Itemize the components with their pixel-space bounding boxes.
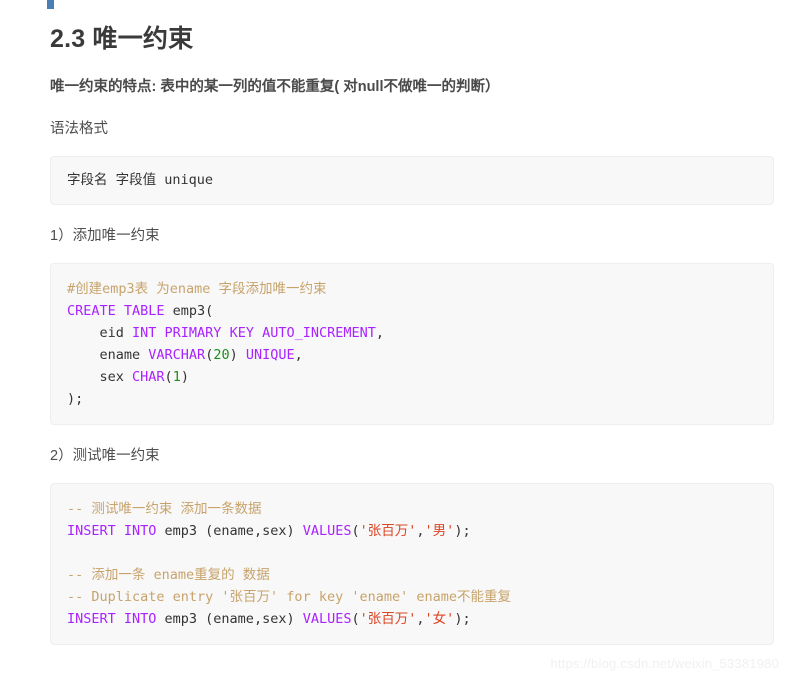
code-text-syntax: 字段名 字段值 unique (67, 172, 214, 188)
step1-heading: 1）添加唯一约束 (50, 228, 160, 244)
code-token: VALUES (302, 611, 352, 627)
code-token: ) (180, 369, 189, 385)
page-title: 2.3 唯一约束 (50, 25, 194, 53)
code-token: INSERT INTO (67, 611, 157, 627)
code-token: , (294, 347, 303, 363)
code-token: 1 (172, 369, 181, 385)
code-token: -- 添加一条 ename重复的 数据 (67, 567, 270, 583)
code-token: '张百万' (359, 523, 417, 539)
code-token: CREATE TABLE (67, 303, 165, 319)
code-token: -- Duplicate entry '张百万' for key 'ename'… (67, 589, 511, 605)
article-page: 2.3 唯一约束 唯一约束的特点: 表中的某一列的值不能重复( 对null不做唯… (0, 0, 787, 681)
code-token: , (416, 611, 425, 627)
article-content: 2.3 唯一约束 唯一约束的特点: 表中的某一列的值不能重复( 对null不做唯… (50, 0, 776, 645)
code-token: ( (164, 369, 173, 385)
code-token: eid (67, 325, 133, 341)
code-text-create-table: #创建emp3表 为ename 字段添加唯一约束 CREATE TABLE em… (67, 278, 757, 410)
code-token: , (416, 523, 425, 539)
code-token: emp3 (ename,sex) (156, 523, 303, 539)
code-token: ( (351, 523, 360, 539)
code-token: #创建emp3表 为ename 字段添加唯一约束 (67, 281, 327, 297)
code-token: VARCHAR (148, 347, 206, 363)
code-token: '张百万' (359, 611, 417, 627)
code-token: '女' (424, 611, 455, 627)
code-block-syntax: 字段名 字段值 unique (50, 156, 774, 205)
code-block-create-table: #创建emp3表 为ename 字段添加唯一约束 CREATE TABLE em… (50, 263, 774, 425)
code-token: INT PRIMARY KEY AUTO_INCREMENT (132, 325, 376, 341)
code-token: emp3 (ename,sex) (156, 611, 303, 627)
code-token: ); (67, 391, 84, 407)
code-token: UNIQUE (245, 347, 295, 363)
code-token: ); (454, 523, 471, 539)
code-block-test-unique: -- 测试唯一约束 添加一条数据 INSERT INTO emp3 (ename… (50, 483, 774, 645)
code-token: '男' (424, 523, 455, 539)
code-token: ( (351, 611, 360, 627)
lead-paragraph: 唯一约束的特点: 表中的某一列的值不能重复( 对null不做唯一的判断） (50, 79, 500, 95)
syntax-heading: 语法格式 (50, 121, 108, 137)
code-token: VALUES (302, 523, 352, 539)
code-token: sex (67, 369, 133, 385)
code-token: ); (454, 611, 471, 627)
step2-heading: 2）测试唯一约束 (50, 448, 160, 464)
code-token: 20 (213, 347, 230, 363)
code-token: emp3( (164, 303, 214, 319)
code-token: CHAR (132, 369, 165, 385)
code-token: -- 测试唯一约束 添加一条数据 (67, 501, 262, 517)
code-token: , (375, 325, 385, 341)
code-token: INSERT INTO (67, 523, 157, 539)
code-token: ) (229, 347, 246, 363)
csdn-watermark: https://blog.csdn.net/weixin_53381980 (550, 656, 779, 671)
code-token: ename (67, 347, 149, 363)
code-text-test-unique: -- 测试唯一约束 添加一条数据 INSERT INTO emp3 (ename… (67, 498, 757, 630)
